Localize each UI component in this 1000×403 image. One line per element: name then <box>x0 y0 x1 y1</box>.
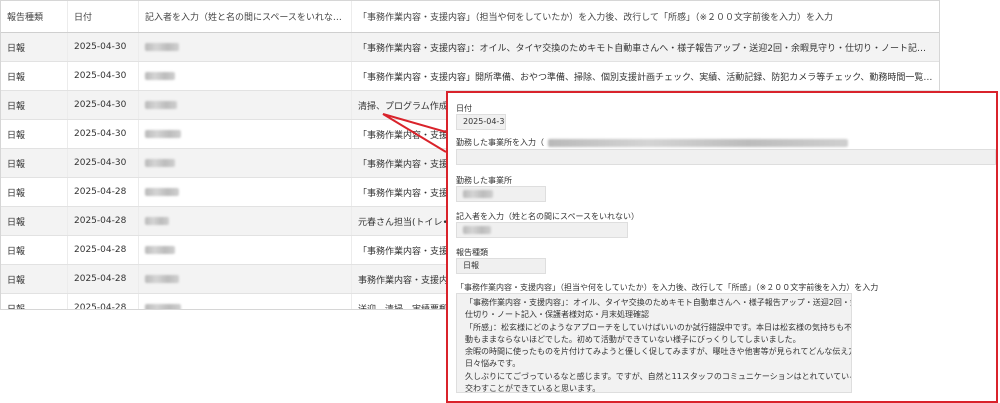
cell-type: 日報 <box>1 264 68 294</box>
report-line: 動もままならないほどでした。初めて活動ができていない様子にびっくりしてしまいまし… <box>465 334 801 344</box>
cell-author <box>138 90 352 120</box>
cell-type: 日報 <box>1 61 68 91</box>
report-line: 仕切り・ノート記入・保護者様対応・月末処理確認 <box>465 310 649 320</box>
cell-author <box>138 293 352 309</box>
report-line: 「事務作業内容・支援内容」：オイル、タイヤ交換のためキモト自動車さんへ・様子報告… <box>465 298 851 307</box>
cell-type: 日報 <box>1 177 68 207</box>
cell-author <box>138 206 352 236</box>
cell-type: 日報 <box>1 119 68 149</box>
col-header-content[interactable]: 「事務作業内容・支援内容」（担当や何をしていたか）を入力後、改行して「所感」（※… <box>351 1 939 33</box>
cell-date: 2025-04-28 <box>67 177 139 207</box>
cell-content: 「事務作業内容・支援内容」開所準備、おやつ準備、掃除、個別支援計画チェック、実績… <box>351 61 939 91</box>
office-input-label: 勤務した事業所を入力（ <box>456 137 848 148</box>
author-label: 記入者を入力（姓と名の間にスペースをいれない） <box>456 212 640 221</box>
cell-type: 日報 <box>1 90 68 120</box>
cell-author <box>138 235 352 265</box>
table-header-row: 報告種類 日付 記入者を入力（姓と名の間にスペースをいれない） 「事務作業内容・… <box>1 1 939 33</box>
cell-author <box>138 61 352 91</box>
table-row[interactable]: 日報 2025-04-30 「事務作業内容・支援内容」開所準備、おやつ準備、掃除、個… <box>1 61 939 91</box>
cell-content: 「事務作業内容・支援内容」：オイル、タイヤ交換のためキモト自動車さんへ・様子報告… <box>351 32 939 62</box>
col-header-type[interactable]: 報告種類 <box>1 1 68 33</box>
office-input-field[interactable] <box>456 149 996 165</box>
date-label: 日付 <box>456 104 472 113</box>
report-line: 余暇の時間に使ったものを片付けてみようと優しく促してみますが、曝吐きや他害等が見… <box>465 347 851 357</box>
report-content-label: 「事務作業内容・支援内容」（担当や何をしていたか）を入力後、改行して「所感」（※… <box>456 283 879 292</box>
cell-type: 日報 <box>1 235 68 265</box>
cell-author <box>138 264 352 294</box>
cell-date: 2025-04-30 <box>67 148 139 178</box>
cell-type: 日報 <box>1 148 68 178</box>
cell-date: 2025-04-30 <box>67 119 139 149</box>
cell-author <box>138 32 352 62</box>
report-line: 「所感」：松玄様にどのようなアプローチをしていけばいいのか試行錯誤中です。本日は… <box>465 322 852 332</box>
report-type-label: 報告種類 <box>456 248 488 257</box>
cell-date: 2025-04-30 <box>67 90 139 120</box>
cell-date: 2025-04-28 <box>67 206 139 236</box>
cell-date: 2025-04-28 <box>67 235 139 265</box>
office-label: 勤務した事業所 <box>456 176 512 185</box>
cell-type: 日報 <box>1 206 68 236</box>
cell-date: 2025-04-28 <box>67 293 139 309</box>
date-field[interactable]: 2025-04-30 <box>456 114 506 130</box>
col-header-date[interactable]: 日付 <box>67 1 139 33</box>
report-line: 久しぶりにてごづっているなと感じます。ですが、自然と11スタッフのコミュニケーシ… <box>465 371 851 381</box>
cell-date: 2025-04-30 <box>67 32 139 62</box>
cell-author <box>138 119 352 149</box>
report-line: 日々悩みです。 <box>465 359 521 369</box>
report-line: 交わすことができていると思います。 <box>465 384 601 393</box>
office-field[interactable] <box>456 186 546 202</box>
cell-author <box>138 177 352 207</box>
report-detail-panel: 日付 2025-04-30 勤務した事業所を入力（ 勤務した事業所 記入者を入力… <box>446 91 998 403</box>
cell-author <box>138 148 352 178</box>
author-field[interactable] <box>456 222 628 238</box>
cell-type: 日報 <box>1 293 68 309</box>
cell-date: 2025-04-30 <box>67 61 139 91</box>
report-content-textarea[interactable]: 「事務作業内容・支援内容」：オイル、タイヤ交換のためキモト自動車さんへ・様子報告… <box>456 293 852 393</box>
cell-date: 2025-04-28 <box>67 264 139 294</box>
col-header-author[interactable]: 記入者を入力（姓と名の間にスペースをいれない） <box>138 1 352 33</box>
report-type-field[interactable]: 日報 <box>456 258 546 274</box>
table-row[interactable]: 日報 2025-04-30 「事務作業内容・支援内容」：オイル、タイヤ交換のためキモ… <box>1 32 939 62</box>
cell-type: 日報 <box>1 32 68 62</box>
